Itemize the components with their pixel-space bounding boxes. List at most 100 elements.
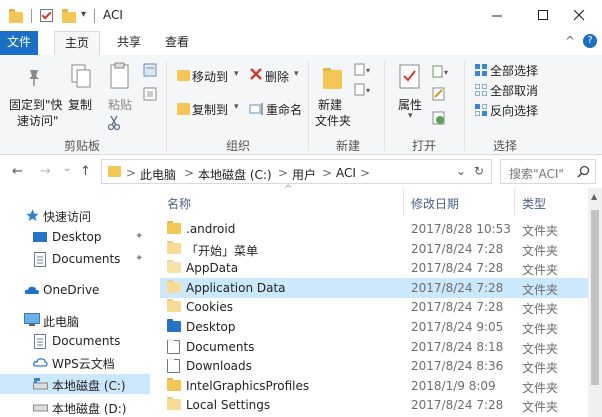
- file-row[interactable]: Application Data 2017/8/24 7:28 文件夹: [160, 277, 588, 298]
- shortcut-folder-icon: [167, 301, 181, 313]
- file-name: .android: [186, 222, 236, 236]
- pin-icon[interactable]: ✦: [135, 231, 143, 242]
- nav-onedrive[interactable]: OneDrive: [0, 280, 150, 300]
- file-row[interactable]: Local Settings 2017/8/24 7:28 文件夹: [160, 395, 588, 415]
- address-bar[interactable]: > 此电脑 > 本地磁盘 (C:) > 用户 > ACI > ⌄ ↻: [101, 159, 492, 184]
- tab-view[interactable]: 查看: [155, 31, 199, 55]
- copy-path-icon[interactable]: [143, 87, 157, 104]
- easy-access-icon[interactable]: ▾: [354, 83, 374, 100]
- rename-button[interactable]: 重命名: [266, 101, 302, 118]
- divider: [308, 61, 309, 151]
- paste-icon: [109, 62, 131, 93]
- history-icon[interactable]: [432, 111, 446, 128]
- chevron-down-icon[interactable]: ▾: [294, 69, 299, 79]
- select-all-button[interactable]: 全部选择: [490, 62, 538, 79]
- new-folder-quick-icon[interactable]: [62, 9, 76, 23]
- forward-icon[interactable]: →: [40, 164, 51, 179]
- breadcrumb-this-pc[interactable]: 此电脑: [140, 166, 176, 183]
- close-button[interactable]: [556, 0, 602, 31]
- copy-to-button[interactable]: 复制到: [192, 101, 228, 118]
- breadcrumb-separator[interactable]: >: [184, 166, 194, 180]
- file-date: 2017/8/24 7:28: [411, 241, 504, 256]
- recent-locations-icon[interactable]: ⌄: [63, 163, 71, 174]
- help-icon[interactable]: ?: [583, 34, 597, 48]
- nav-drive-d[interactable]: 本地磁盘 (D:): [0, 397, 150, 417]
- nav-drive-c[interactable]: 本地磁盘 (C:): [0, 374, 150, 394]
- nav-desktop[interactable]: Desktop ✦: [0, 227, 150, 247]
- chevron-down-icon[interactable]: ▾: [408, 111, 413, 121]
- copy-button[interactable]: 复制: [68, 96, 92, 113]
- up-icon[interactable]: ↑: [80, 164, 91, 179]
- paste-button[interactable]: 粘贴: [108, 96, 132, 113]
- breadcrumb-separator[interactable]: >: [322, 166, 332, 180]
- breadcrumb-separator[interactable]: >: [360, 166, 370, 180]
- file-name: Cookies: [186, 300, 233, 315]
- file-date: 2017/8/24 8:18: [411, 339, 504, 354]
- invert-selection-button[interactable]: 反向选择: [490, 102, 538, 119]
- scissors-icon[interactable]: [107, 115, 121, 134]
- new-item-icon[interactable]: ▾: [354, 63, 374, 80]
- file-row[interactable]: IntelGraphicsProfiles 2018/1/9 8:09 文件夹: [160, 376, 588, 396]
- new-folder-button[interactable]: 新建: [318, 96, 342, 113]
- file-row[interactable]: Downloads 2017/8/24 8:36 文件夹: [160, 356, 588, 376]
- open-icon[interactable]: ▾: [432, 65, 452, 82]
- divider[interactable]: [403, 188, 404, 216]
- nav-pc-documents[interactable]: Documents: [0, 331, 150, 351]
- file-row[interactable]: AppData 2017/8/24 7:28 文件夹: [160, 258, 588, 278]
- back-icon[interactable]: ←: [12, 164, 23, 179]
- select-none-button[interactable]: 全部取消: [490, 82, 538, 99]
- file-row[interactable]: .android 2017/8/28 10:53 文件夹: [160, 219, 588, 239]
- breadcrumb-users[interactable]: 用户: [292, 166, 316, 183]
- divider: [166, 61, 167, 151]
- star-icon: [26, 209, 39, 221]
- file-date: 2017/8/24 7:28: [411, 280, 504, 295]
- nav-wps-cloud[interactable]: WPS云文档: [0, 352, 150, 372]
- pin-quick-access-label[interactable]: 固定到"快: [9, 96, 63, 113]
- scroll-up-icon[interactable]: ▲: [591, 192, 597, 201]
- file-date: 2017/8/28 10:53: [411, 222, 511, 236]
- tab-home[interactable]: 主页: [54, 31, 101, 55]
- file-row[interactable]: 「开始」菜单 2017/8/24 7:28 文件夹: [160, 239, 588, 259]
- search-input[interactable]: 搜索"ACI": [500, 159, 596, 184]
- cut-icon[interactable]: [143, 63, 157, 80]
- nav-quick-access[interactable]: 快速访问: [0, 205, 150, 225]
- chevron-down-icon[interactable]: ▾: [81, 9, 86, 20]
- scrollbar[interactable]: ▲: [588, 188, 602, 417]
- file-date: 2017/8/24 8:36: [411, 359, 504, 374]
- column-header-type[interactable]: 类型: [522, 195, 546, 212]
- search-icon[interactable]: [577, 165, 590, 181]
- file-type: 文件夹: [522, 341, 559, 356]
- breadcrumb-separator[interactable]: >: [126, 166, 136, 180]
- nav-this-pc[interactable]: 此电脑: [0, 310, 150, 330]
- file-type: 文件夹: [522, 243, 559, 258]
- pin-icon[interactable]: ✦: [135, 253, 143, 264]
- nav-documents[interactable]: Documents ✦: [0, 249, 150, 269]
- column-header-date[interactable]: 修改日期: [411, 195, 459, 212]
- minimize-button[interactable]: [474, 0, 520, 31]
- chevron-down-icon[interactable]: ▾: [234, 69, 239, 79]
- tab-file[interactable]: 文件: [0, 31, 38, 55]
- divider: [94, 9, 95, 23]
- file-row[interactable]: Desktop 2017/8/24 9:05 文件夹: [160, 317, 588, 337]
- edit-icon[interactable]: [432, 87, 446, 104]
- ribbon: 固定到"快 速访问" 复制 粘贴 剪贴板 移动到 ▾ 删除 ▾ 复制到 ▾ 重命…: [0, 55, 602, 155]
- move-to-button[interactable]: 移动到: [192, 68, 228, 85]
- new-folder-button-2[interactable]: 文件夹: [315, 112, 351, 129]
- scroll-thumb[interactable]: [591, 210, 599, 385]
- file-row[interactable]: Cookies 2017/8/24 7:28 文件夹: [160, 297, 588, 317]
- address-dropdown-icon[interactable]: ⌄: [456, 164, 466, 178]
- refresh-icon[interactable]: ↻: [474, 164, 484, 178]
- divider[interactable]: [514, 188, 515, 216]
- checkbox-icon[interactable]: [40, 9, 53, 22]
- file-row[interactable]: Documents 2017/8/24 8:18 文件夹: [160, 337, 588, 357]
- breadcrumb-separator[interactable]: >: [278, 166, 288, 180]
- delete-button[interactable]: 删除: [265, 68, 289, 85]
- tab-share[interactable]: 共享: [107, 31, 151, 55]
- organize-group-label: 组织: [226, 139, 251, 153]
- column-header-name[interactable]: 名称: [167, 195, 191, 212]
- collapse-ribbon-icon[interactable]: ^: [565, 34, 575, 48]
- breadcrumb-aci[interactable]: ACI: [336, 166, 356, 180]
- pin-quick-access-label-2[interactable]: 速访问": [17, 112, 59, 129]
- breadcrumb-drive-c[interactable]: 本地磁盘 (C:): [198, 166, 272, 183]
- chevron-down-icon[interactable]: ▾: [234, 102, 239, 112]
